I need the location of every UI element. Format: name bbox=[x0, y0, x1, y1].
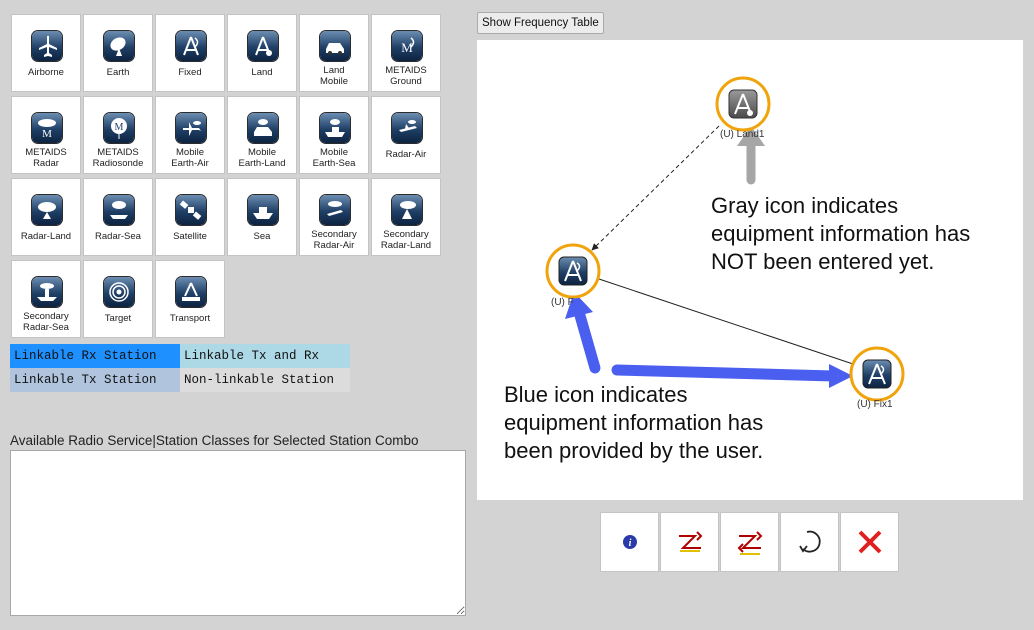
station-tile-label: Secondary Radar-Sea bbox=[23, 311, 69, 333]
gray-icon-note: Gray icon indicates equipment informatio… bbox=[711, 193, 971, 274]
station-tile-label: Mobile Earth-Air bbox=[171, 147, 209, 169]
satellite-dish-icon bbox=[104, 31, 134, 61]
station-tile-label: Radar-Land bbox=[20, 231, 72, 242]
link-button[interactable] bbox=[660, 512, 719, 572]
secondary-radar-sea-icon bbox=[32, 277, 62, 307]
radar-sea-icon bbox=[104, 195, 134, 225]
delete-button[interactable] bbox=[840, 512, 899, 572]
node-land-gray[interactable] bbox=[715, 76, 771, 132]
link-icon bbox=[679, 531, 703, 552]
station-tile-airborne[interactable]: Airborne bbox=[11, 14, 81, 92]
station-tile-fixed[interactable]: Fixed bbox=[155, 14, 225, 92]
node-fixed-b-label: (U) Fix1 bbox=[857, 399, 893, 410]
blue-icon-note: Blue icon indicates equipment informatio… bbox=[504, 382, 764, 463]
station-tile-radar-air[interactable]: Radar-Air bbox=[371, 96, 441, 174]
station-tile-label: Mobile Earth-Sea bbox=[312, 147, 356, 169]
station-tile-label: METAIDS Radiosonde bbox=[92, 147, 144, 169]
link-canvas[interactable]: (U) Land1 (U) F (U) Fix1 Gray icon indic… bbox=[477, 40, 1023, 500]
station-tile-mobile-earth-air[interactable]: Mobile Earth-Air bbox=[155, 96, 225, 174]
station-tile-metaids-radar[interactable]: M METAIDS Radar bbox=[11, 96, 81, 174]
station-tile-transport[interactable]: Transport bbox=[155, 260, 225, 338]
station-tile-land-mobile[interactable]: Land Mobile bbox=[299, 14, 369, 92]
node-fixed-a-label: (U) F bbox=[551, 297, 574, 308]
satellite-icon bbox=[176, 195, 206, 225]
station-tile-label: METAIDS Ground bbox=[385, 65, 427, 87]
station-tile-land[interactable]: Land bbox=[227, 14, 297, 92]
secondary-radar-land-icon bbox=[392, 195, 422, 225]
link-both-icon bbox=[737, 531, 763, 555]
station-tile-metaids-radiosonde[interactable]: M METAIDS Radiosonde bbox=[83, 96, 153, 174]
legend-linkable-rx: Linkable Rx Station bbox=[10, 344, 180, 368]
station-tile-label: Radar-Sea bbox=[95, 231, 141, 242]
fixed-tower-icon bbox=[176, 31, 206, 61]
station-tile-mobile-earth-land[interactable]: Mobile Earth-Land bbox=[227, 96, 297, 174]
secondary-radar-air-icon bbox=[320, 195, 350, 225]
svg-text:i: i bbox=[629, 538, 632, 549]
station-tile-label: Target bbox=[104, 313, 132, 324]
node-land-label: (U) Land1 bbox=[720, 129, 765, 140]
rotate-button[interactable] bbox=[780, 512, 839, 572]
available-services-label: Available Radio Service|Station Classes … bbox=[10, 433, 419, 448]
station-tile-earth[interactable]: Earth bbox=[83, 14, 153, 92]
info-button[interactable]: i bbox=[600, 512, 659, 572]
station-tile-label: METAIDS Radar bbox=[25, 147, 67, 169]
legend-linkable-tx-rx: Linkable Tx and Rx bbox=[180, 344, 350, 368]
station-tile-label: Sea bbox=[253, 231, 271, 242]
station-tile-label: Radar-Air bbox=[385, 149, 427, 160]
station-tile-label: Mobile Earth-Land bbox=[238, 147, 286, 169]
legend-non-linkable: Non-linkable Station bbox=[180, 368, 350, 392]
link-both-button[interactable] bbox=[720, 512, 779, 572]
station-tile-label: Secondary Radar-Air bbox=[311, 229, 357, 251]
node-fixed-a-blue[interactable] bbox=[545, 243, 601, 299]
delete-icon bbox=[858, 530, 882, 554]
metaids-ground-icon: M bbox=[392, 31, 422, 61]
metaids-radar-icon: M bbox=[32, 113, 62, 143]
mobile-earth-air-icon bbox=[176, 113, 206, 143]
station-tile-mobile-earth-sea[interactable]: Mobile Earth-Sea bbox=[299, 96, 369, 174]
station-tile-radar-sea[interactable]: Radar-Sea bbox=[83, 178, 153, 256]
station-tile-satellite[interactable]: Satellite bbox=[155, 178, 225, 256]
radar-air-icon bbox=[392, 113, 422, 143]
transport-icon bbox=[176, 277, 206, 307]
station-tile-label: Fixed bbox=[178, 67, 202, 78]
station-tile-label: Satellite bbox=[173, 231, 207, 242]
airplane-icon bbox=[32, 31, 62, 61]
radar-land-icon bbox=[32, 195, 62, 225]
solid-link[interactable] bbox=[598, 278, 860, 367]
dashed-link[interactable] bbox=[591, 125, 720, 251]
station-tile-sea[interactable]: Sea bbox=[227, 178, 297, 256]
land-tower-icon bbox=[248, 31, 278, 61]
svg-text:M: M bbox=[115, 122, 124, 133]
station-tile-target[interactable]: Target bbox=[83, 260, 153, 338]
station-tile-radar-land[interactable]: Radar-Land bbox=[11, 178, 81, 256]
rotate-icon bbox=[799, 530, 821, 553]
station-tile-label: Airborne bbox=[28, 67, 64, 78]
radiosonde-balloon-icon: M bbox=[104, 113, 134, 143]
station-tile-label: Land Mobile bbox=[320, 65, 348, 87]
ship-icon bbox=[248, 195, 278, 225]
station-tile-metaids-ground[interactable]: M METAIDS Ground bbox=[371, 14, 441, 92]
show-frequency-table-button[interactable]: Show Frequency Table bbox=[477, 12, 604, 34]
station-tile-label: Secondary Radar-Land bbox=[380, 229, 432, 251]
legend-linkable-tx: Linkable Tx Station bbox=[10, 368, 180, 392]
station-tile-secondary-radar-sea[interactable]: Secondary Radar-Sea bbox=[11, 260, 81, 338]
node-fixed-b-blue[interactable] bbox=[849, 346, 905, 402]
station-tile-secondary-radar-air[interactable]: Secondary Radar-Air bbox=[299, 178, 369, 256]
available-services-textarea[interactable] bbox=[10, 450, 466, 616]
station-tile-label: Earth bbox=[106, 67, 130, 78]
mobile-earth-sea-icon bbox=[320, 113, 350, 143]
car-icon bbox=[320, 31, 350, 61]
station-tile-secondary-radar-land[interactable]: Secondary Radar-Land bbox=[371, 178, 441, 256]
svg-text:M: M bbox=[401, 40, 413, 55]
station-tile-label: Land bbox=[251, 67, 273, 78]
svg-text:M: M bbox=[42, 128, 52, 140]
station-tile-label: Transport bbox=[169, 313, 211, 324]
target-icon bbox=[104, 277, 134, 307]
mobile-earth-land-icon bbox=[248, 113, 278, 143]
info-icon: i bbox=[623, 535, 637, 549]
